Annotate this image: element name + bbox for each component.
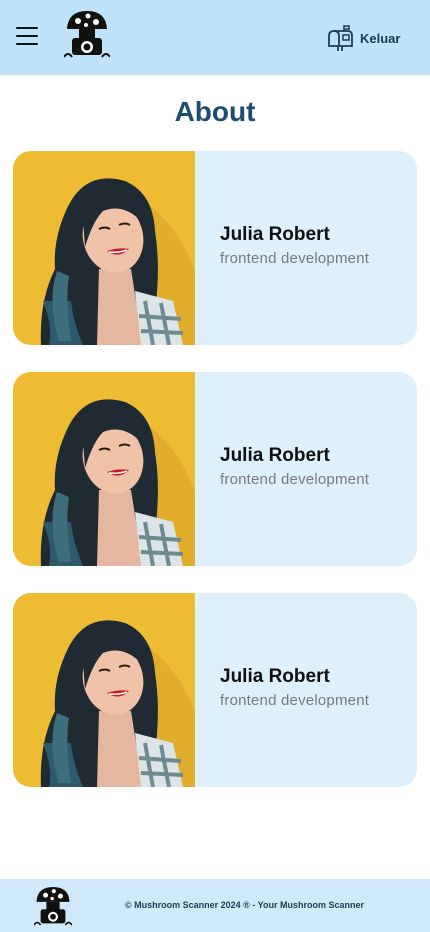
- hamburger-menu-icon[interactable]: [16, 27, 38, 45]
- team-member-card: Julia Robert frontend development: [13, 151, 417, 345]
- logout-button[interactable]: Keluar: [326, 24, 400, 52]
- member-name: Julia Robert: [220, 666, 330, 687]
- footer-copyright: © Mushroom Scanner 2024 ® - Your Mushroo…: [125, 900, 364, 910]
- team-member-card: Julia Robert frontend development: [13, 593, 417, 787]
- logout-label: Keluar: [360, 30, 401, 46]
- mailbox-icon: [328, 25, 353, 51]
- mushroom-camera-logo[interactable]: [64, 9, 110, 59]
- page-title: About: [174, 96, 256, 127]
- mushroom-camera-logo: [34, 885, 72, 927]
- app-header: Keluar: [0, 0, 430, 75]
- member-role: frontend development: [220, 250, 370, 267]
- member-photo: [13, 593, 195, 787]
- member-name: Julia Robert: [220, 224, 330, 245]
- member-role: frontend development: [220, 692, 370, 709]
- member-name: Julia Robert: [220, 445, 330, 466]
- member-role: frontend development: [220, 471, 370, 488]
- app-footer: © Mushroom Scanner 2024 ® - Your Mushroo…: [0, 879, 430, 932]
- member-photo: [13, 151, 195, 345]
- team-member-card: Julia Robert frontend development: [13, 372, 417, 566]
- member-photo: [13, 372, 195, 566]
